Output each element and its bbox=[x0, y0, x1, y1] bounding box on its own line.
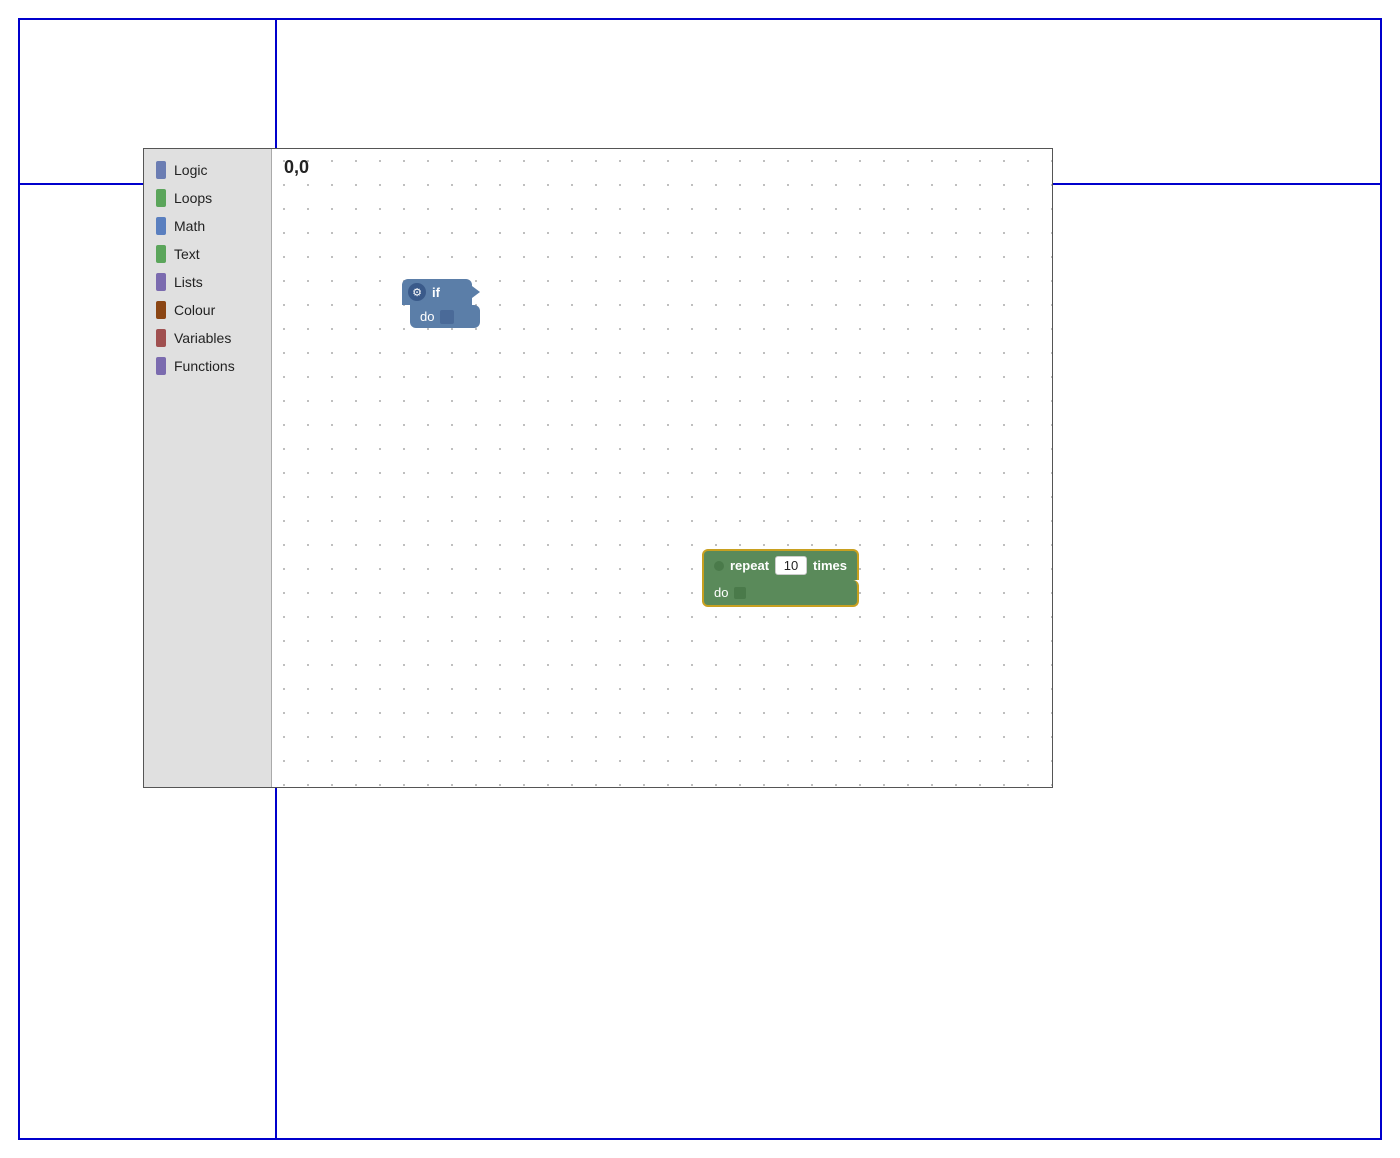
repeat-block-body: repeat times do bbox=[702, 549, 859, 607]
sidebar-label-text: Text bbox=[174, 246, 200, 262]
sidebar-color-colour bbox=[156, 301, 166, 319]
repeat-label: repeat bbox=[730, 558, 769, 573]
sidebar-color-lists bbox=[156, 273, 166, 291]
times-label: times bbox=[813, 558, 847, 573]
sidebar-label-lists: Lists bbox=[174, 274, 203, 290]
sidebar-label-math: Math bbox=[174, 218, 205, 234]
sidebar-item-variables[interactable]: Variables bbox=[144, 325, 271, 351]
sidebar-item-logic[interactable]: Logic bbox=[144, 157, 271, 183]
sidebar-color-variables bbox=[156, 329, 166, 347]
canvas-coordinates: 0,0 bbox=[284, 157, 309, 178]
sidebar-label-loops: Loops bbox=[174, 190, 212, 206]
do-slot bbox=[440, 310, 454, 324]
workspace-container: Logic Loops Math Text Lists Colour Variables Fu… bbox=[143, 148, 1053, 788]
sidebar-item-loops[interactable]: Loops bbox=[144, 185, 271, 211]
if-block-header: ⚙ if bbox=[402, 279, 472, 305]
sidebar-label-variables: Variables bbox=[174, 330, 231, 346]
sidebar-label-colour: Colour bbox=[174, 302, 215, 318]
sidebar-color-logic bbox=[156, 161, 166, 179]
sidebar-item-functions[interactable]: Functions bbox=[144, 353, 271, 379]
repeat-block-do: do bbox=[702, 580, 859, 607]
if-block-do: do bbox=[410, 305, 480, 328]
gear-icon: ⚙ bbox=[408, 283, 426, 301]
sidebar-color-text bbox=[156, 245, 166, 263]
do-label: do bbox=[420, 309, 434, 324]
if-block-body: ⚙ if do bbox=[402, 279, 480, 328]
sidebar-item-colour[interactable]: Colour bbox=[144, 297, 271, 323]
sidebar-item-lists[interactable]: Lists bbox=[144, 269, 271, 295]
sidebar-label-logic: Logic bbox=[174, 162, 207, 178]
canvas-area[interactable]: 0,0 ⚙ if do bbox=[272, 149, 1052, 787]
sidebar-item-text[interactable]: Text bbox=[144, 241, 271, 267]
repeat-do-label: do bbox=[714, 585, 728, 600]
toolbox-sidebar: Logic Loops Math Text Lists Colour Variables Fu… bbox=[144, 149, 272, 787]
repeat-count-input[interactable] bbox=[775, 556, 807, 575]
repeat-slot-indicator bbox=[714, 561, 724, 571]
sidebar-color-functions bbox=[156, 357, 166, 375]
if-block[interactable]: ⚙ if do bbox=[402, 279, 480, 328]
repeat-block-header: repeat times bbox=[702, 549, 859, 580]
sidebar-item-math[interactable]: Math bbox=[144, 213, 271, 239]
sidebar-label-functions: Functions bbox=[174, 358, 235, 374]
repeat-block[interactable]: repeat times do bbox=[702, 549, 859, 607]
sidebar-color-loops bbox=[156, 189, 166, 207]
repeat-do-slot bbox=[734, 587, 746, 599]
if-label: if bbox=[432, 285, 440, 300]
sidebar-color-math bbox=[156, 217, 166, 235]
